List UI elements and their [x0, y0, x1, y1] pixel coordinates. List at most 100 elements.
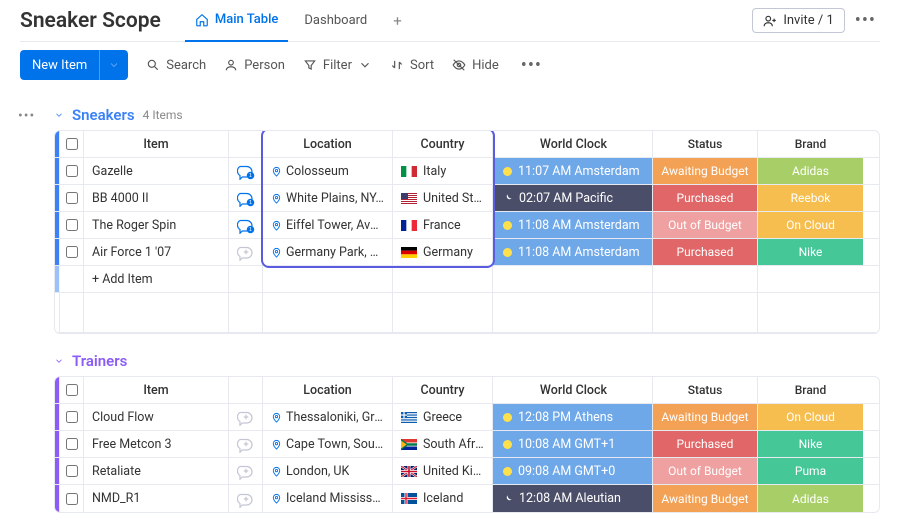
toolbar-more-icon[interactable]: ••• — [517, 55, 546, 76]
add-item-label[interactable]: + Add Item — [84, 266, 229, 292]
item-name-cell[interactable]: NMD_R1 — [84, 485, 229, 512]
row-checkbox[interactable] — [60, 431, 84, 457]
row-checkbox[interactable] — [60, 458, 84, 484]
country-cell[interactable]: Italy — [393, 158, 493, 184]
brand-cell[interactable]: Puma — [758, 458, 863, 484]
thread-cell[interactable]: 1 — [229, 158, 263, 184]
header-more-icon[interactable]: ••• — [851, 10, 880, 31]
location-cell[interactable]: London, UK — [263, 458, 393, 484]
filter-button[interactable]: Filter — [303, 58, 372, 73]
country-cell[interactable]: Iceland — [393, 485, 493, 512]
country-cell[interactable]: United Kingd... — [393, 458, 493, 484]
col-status[interactable]: Status — [653, 377, 758, 403]
table-row[interactable]: NMD_R1 Iceland Mississauga,... Iceland 1… — [55, 485, 879, 512]
clock-cell[interactable]: 11:07 AM Amsterdam — [493, 158, 653, 184]
row-checkbox[interactable] — [60, 185, 84, 211]
brand-cell[interactable]: Nike — [758, 431, 863, 457]
clock-cell[interactable]: 11:08 AM Amsterdam — [493, 212, 653, 238]
clock-cell[interactable]: 10:08 AM GMT+1 — [493, 431, 653, 457]
search-button[interactable]: Search — [146, 58, 206, 73]
table-row[interactable]: Cloud Flow Thessaloniki, Greece Greece 1… — [55, 404, 879, 431]
brand-cell[interactable]: On Cloud — [758, 404, 863, 430]
item-name-cell[interactable]: Retaliate — [84, 458, 229, 484]
country-cell[interactable]: South Africa — [393, 431, 493, 457]
row-checkbox[interactable] — [60, 239, 84, 265]
status-cell[interactable]: Purchased — [653, 239, 758, 265]
col-location[interactable]: Location — [263, 377, 393, 403]
col-clock[interactable]: World Clock — [493, 377, 653, 403]
add-conversation-icon[interactable] — [237, 490, 255, 508]
thread-cell[interactable]: 1 — [229, 212, 263, 238]
select-all-checkbox[interactable] — [60, 377, 84, 403]
country-cell[interactable]: France — [393, 212, 493, 238]
add-conversation-icon[interactable] — [237, 435, 255, 453]
clock-cell[interactable]: 11:08 AM Amsterdam — [493, 239, 653, 265]
tab-main-table[interactable]: Main Table — [185, 0, 289, 42]
clock-cell[interactable]: 12:08 AM Aleutian — [493, 485, 653, 512]
item-name-cell[interactable]: The Roger Spin — [84, 212, 229, 238]
clock-cell[interactable]: 12:08 PM Athens — [493, 404, 653, 430]
status-cell[interactable]: Out of Budget — [653, 458, 758, 484]
status-cell[interactable]: Out of Budget — [653, 212, 758, 238]
col-country[interactable]: Country — [393, 377, 493, 403]
thread-cell[interactable] — [229, 404, 263, 430]
add-conversation-icon[interactable] — [237, 408, 255, 426]
chevron-down-icon[interactable] — [54, 110, 64, 120]
sort-button[interactable]: Sort — [390, 58, 434, 73]
brand-cell[interactable]: Nike — [758, 239, 863, 265]
item-name-cell[interactable]: Gazelle — [84, 158, 229, 184]
status-cell[interactable]: Purchased — [653, 185, 758, 211]
status-cell[interactable]: Awaiting Budget — [653, 158, 758, 184]
table-row[interactable]: Air Force 1 '07 Germany Park, Lom... Ger… — [55, 239, 879, 266]
brand-cell[interactable]: Reebok — [758, 185, 863, 211]
item-name-cell[interactable]: BB 4000 II — [84, 185, 229, 211]
invite-button[interactable]: Invite / 1 — [752, 8, 844, 33]
conversation-icon[interactable]: 1 — [237, 162, 255, 180]
conversation-icon[interactable]: 1 — [237, 189, 255, 207]
hide-button[interactable]: Hide — [452, 58, 499, 73]
table-row[interactable]: Gazelle 1 Colosseum Italy 11:07 AM Amste… — [55, 158, 879, 185]
table-row[interactable]: Free Metcon 3 Cape Town, South A... Sout… — [55, 431, 879, 458]
item-name-cell[interactable]: Cloud Flow — [84, 404, 229, 430]
group-title[interactable]: Trainers — [72, 352, 127, 370]
group-more-icon[interactable]: ••• — [18, 108, 35, 124]
col-brand[interactable]: Brand — [758, 377, 863, 403]
status-cell[interactable]: Purchased — [653, 431, 758, 457]
row-checkbox[interactable] — [60, 158, 84, 184]
row-checkbox[interactable] — [60, 485, 84, 512]
location-cell[interactable]: Cape Town, South A... — [263, 431, 393, 457]
col-status[interactable]: Status — [653, 131, 758, 157]
table-row[interactable]: BB 4000 II 1 White Plains, NY, USA Unite… — [55, 185, 879, 212]
thread-cell[interactable]: 1 — [229, 185, 263, 211]
group-title[interactable]: Sneakers — [72, 106, 135, 124]
status-cell[interactable]: Awaiting Budget — [653, 485, 758, 512]
new-item-caret[interactable] — [99, 50, 128, 80]
brand-cell[interactable]: Adidas — [758, 485, 863, 512]
status-cell[interactable]: Awaiting Budget — [653, 404, 758, 430]
brand-cell[interactable]: Adidas — [758, 158, 863, 184]
country-cell[interactable]: Greece — [393, 404, 493, 430]
chevron-down-icon[interactable] — [54, 356, 64, 366]
location-cell[interactable]: Colosseum — [263, 158, 393, 184]
thread-cell[interactable] — [229, 485, 263, 512]
tab-dashboard[interactable]: Dashboard — [294, 0, 377, 42]
location-cell[interactable]: Thessaloniki, Greece — [263, 404, 393, 430]
clock-cell[interactable]: 09:08 AM GMT+0 — [493, 458, 653, 484]
add-item-row[interactable]: + Add Item — [55, 266, 879, 293]
col-item[interactable]: Item — [84, 131, 229, 157]
location-cell[interactable]: Germany Park, Lom... — [263, 239, 393, 265]
col-country[interactable]: Country — [393, 131, 493, 157]
select-all-checkbox[interactable] — [60, 131, 84, 157]
col-clock[interactable]: World Clock — [493, 131, 653, 157]
col-location[interactable]: Location — [263, 131, 393, 157]
table-row[interactable]: Retaliate London, UK United Kingd... 09:… — [55, 458, 879, 485]
clock-cell[interactable]: 02:07 AM Pacific — [493, 185, 653, 211]
add-conversation-icon[interactable] — [237, 243, 255, 261]
add-conversation-icon[interactable] — [237, 462, 255, 480]
country-cell[interactable]: United State... — [393, 185, 493, 211]
item-name-cell[interactable]: Free Metcon 3 — [84, 431, 229, 457]
brand-cell[interactable]: On Cloud — [758, 212, 863, 238]
person-button[interactable]: Person — [224, 58, 285, 73]
col-item[interactable]: Item — [84, 377, 229, 403]
col-brand[interactable]: Brand — [758, 131, 863, 157]
